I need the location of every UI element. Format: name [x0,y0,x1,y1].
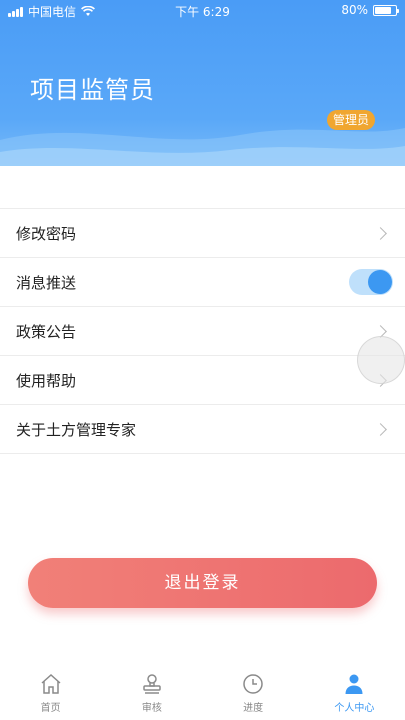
menu-item-label: 消息推送 [16,273,77,292]
chevron-right-icon [374,422,387,436]
assistive-touch-button[interactable] [357,336,405,384]
menu-item-change-password[interactable]: 修改密码 [0,209,405,258]
logout-button[interactable]: 退出登录 [28,558,377,608]
tab-progress[interactable]: 进度 [203,668,304,720]
page-title: 项目监管员 [30,76,155,104]
push-notification-toggle[interactable] [349,269,393,295]
menu-item-label: 政策公告 [16,322,77,341]
menu-item-label: 关于土方管理专家 [16,420,137,439]
menu-item-label: 使用帮助 [16,371,77,390]
tab-profile[interactable]: 个人中心 [304,668,405,720]
person-icon [345,674,363,694]
tab-label: 审核 [141,703,162,714]
stamp-icon [143,674,161,694]
menu-item-push-notifications: 消息推送 [0,258,405,307]
tab-label: 首页 [40,703,61,714]
tab-label: 进度 [243,703,264,714]
role-badge: 管理员 [326,110,375,130]
status-bar: 中国电信 下午 6:29 80% [0,0,405,22]
bottom-tab-bar: 首页 审核 进度 个人中心 [0,668,405,720]
toggle-knob [368,270,392,294]
settings-menu: 修改密码 消息推送 政策公告 使用帮助 关于土方管理专家 [0,208,405,454]
menu-item-about[interactable]: 关于土方管理专家 [0,405,405,454]
chevron-right-icon [374,226,387,240]
menu-item-help[interactable]: 使用帮助 [0,356,405,405]
clock-icon [243,674,263,694]
tab-home[interactable]: 首页 [0,668,101,720]
battery-icon [373,4,399,16]
home-icon [41,673,61,694]
profile-header: 中国电信 下午 6:29 80% 项目监管员 管理员 [0,0,405,170]
menu-item-policy-notice[interactable]: 政策公告 [0,307,405,356]
tab-label: 个人中心 [334,703,375,714]
menu-item-label: 修改密码 [16,224,77,243]
tab-review[interactable]: 审核 [101,668,202,720]
battery-percent: 80% [341,3,368,17]
